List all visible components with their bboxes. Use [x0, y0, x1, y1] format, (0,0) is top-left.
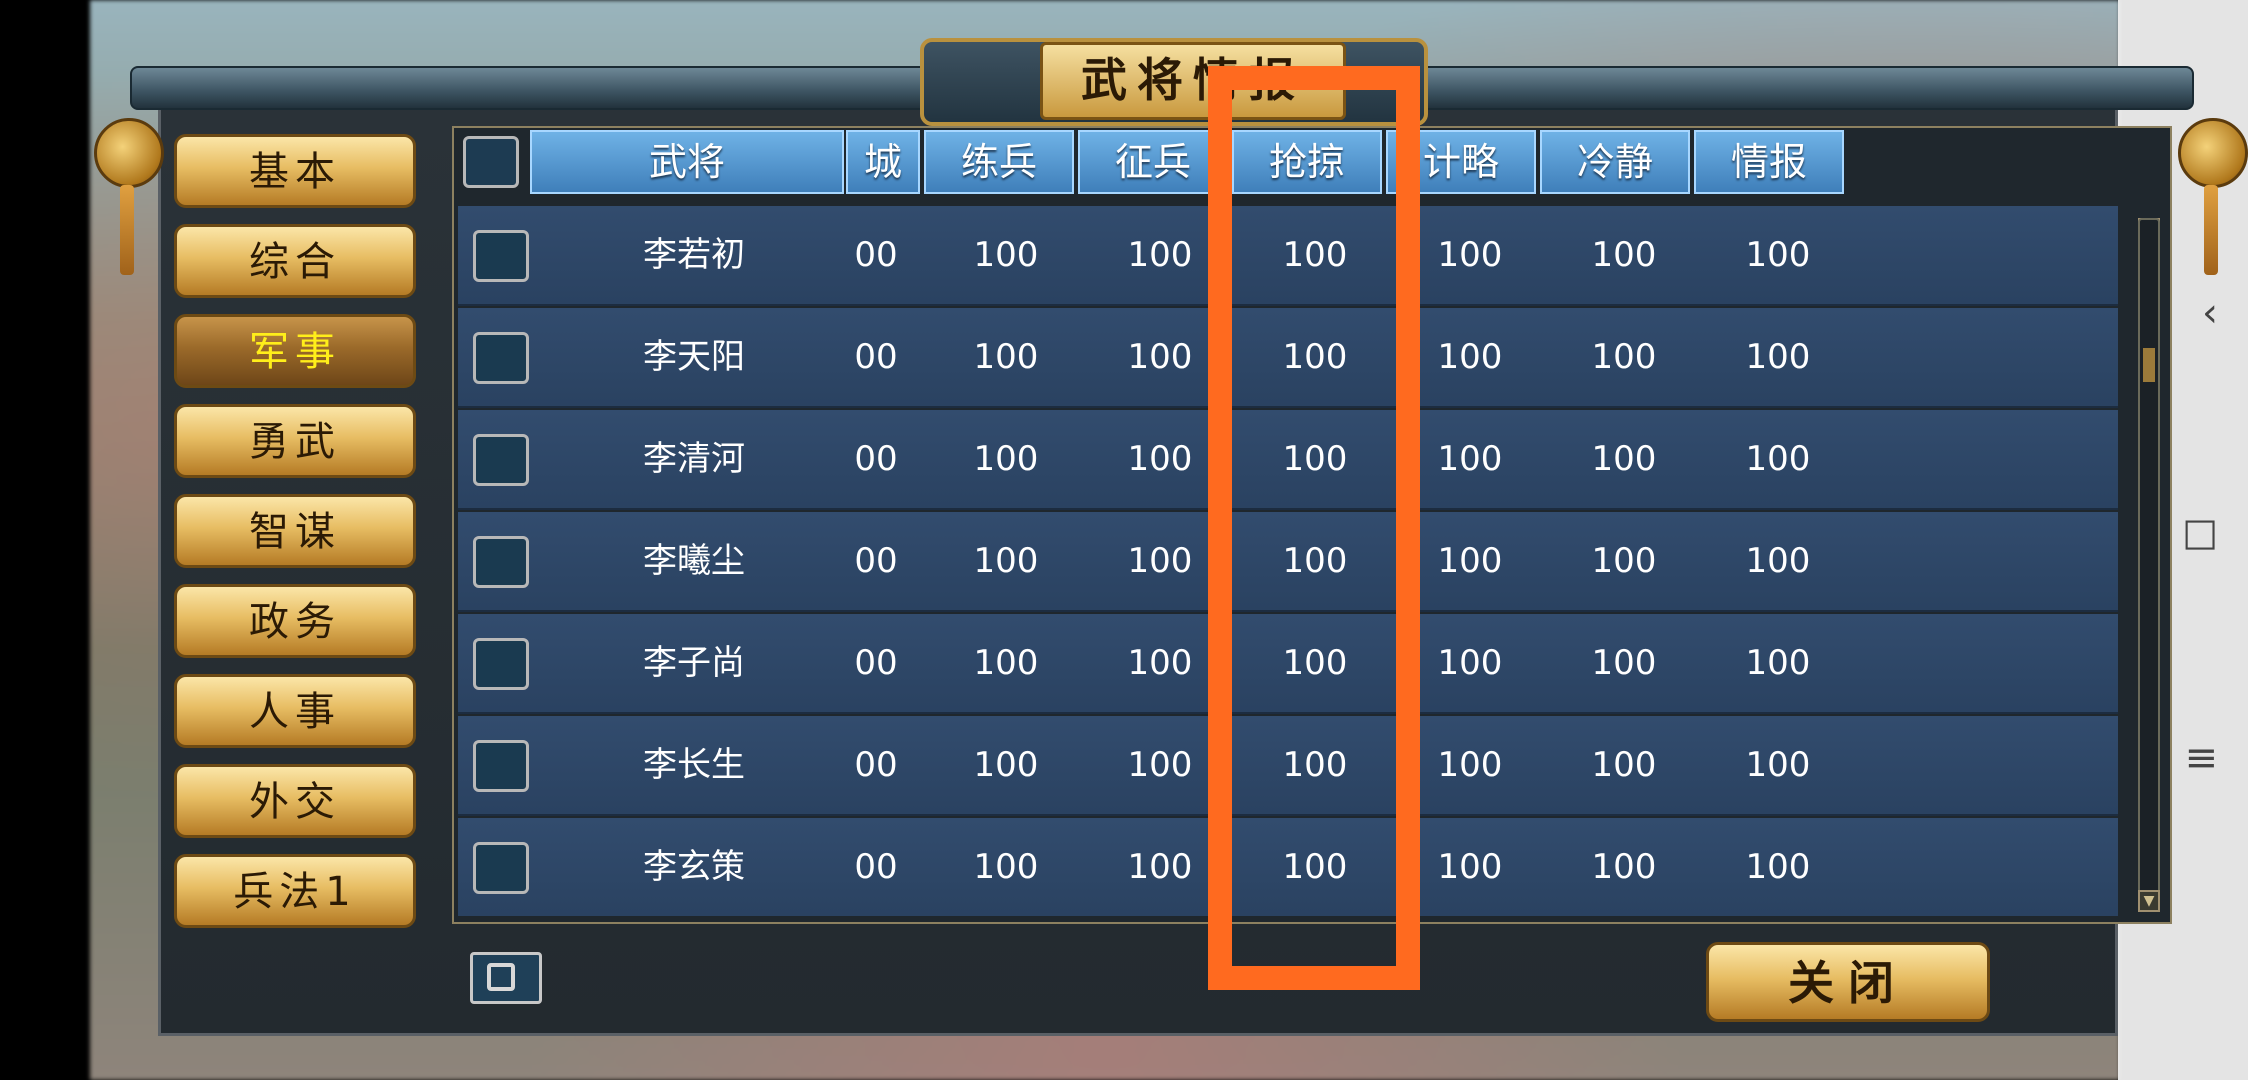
stat-cell: 100	[973, 847, 1039, 887]
column-header-1[interactable]: 城	[846, 130, 920, 194]
stat-cell: 100	[1591, 235, 1657, 275]
general-name: 李若初	[643, 235, 745, 275]
stat-cell: 00	[854, 541, 898, 581]
scroll-down-button[interactable]: ▼	[2138, 890, 2160, 912]
row-checkbox[interactable]	[473, 638, 529, 690]
close-button[interactable]: 关闭	[1706, 942, 1990, 1022]
right-knob-ornament	[2178, 118, 2248, 188]
general-name: 李玄策	[643, 847, 745, 887]
menu-icon[interactable]: ≡	[2184, 735, 2218, 781]
stat-cell: 100	[973, 745, 1039, 785]
general-name: 李清河	[643, 439, 745, 479]
stat-cell: 00	[854, 439, 898, 479]
row-checkbox[interactable]	[473, 536, 529, 588]
stat-cell: 100	[1591, 847, 1657, 887]
stat-cell: 100	[1591, 337, 1657, 377]
stat-cell: 100	[1745, 235, 1811, 275]
stat-cell: 100	[1591, 745, 1657, 785]
select-all-checkbox[interactable]	[463, 136, 519, 188]
highlight-box	[1208, 66, 1420, 990]
general-name: 李曦尘	[643, 541, 745, 581]
sidebar-item-1[interactable]: 综合	[174, 224, 416, 298]
home-icon[interactable]: □	[2182, 510, 2218, 554]
left-knob-ornament	[94, 118, 164, 188]
stat-cell: 100	[1591, 541, 1657, 581]
stat-cell: 100	[1745, 337, 1811, 377]
search-icon	[487, 963, 515, 991]
left-tassel	[120, 185, 134, 275]
stat-cell: 00	[854, 643, 898, 683]
sidebar-item-8[interactable]: 兵法1	[174, 854, 416, 928]
stat-cell: 100	[973, 541, 1039, 581]
scrollbar-thumb[interactable]	[2143, 348, 2155, 382]
row-checkbox[interactable]	[473, 842, 529, 894]
right-tassel	[2204, 185, 2218, 275]
stat-cell: 100	[973, 439, 1039, 479]
sidebar-item-5[interactable]: 政务	[174, 584, 416, 658]
stat-cell: 100	[1591, 643, 1657, 683]
sidebar-item-0[interactable]: 基本	[174, 134, 416, 208]
general-name: 李天阳	[643, 337, 745, 377]
stat-cell: 100	[973, 235, 1039, 275]
stat-cell: 100	[1745, 643, 1811, 683]
general-name: 李子尚	[643, 643, 745, 683]
stat-cell: 100	[1745, 745, 1811, 785]
sidebar-item-3[interactable]: 勇武	[174, 404, 416, 478]
stat-cell: 00	[854, 745, 898, 785]
search-button[interactable]	[470, 952, 542, 1004]
sidebar-item-4[interactable]: 智谋	[174, 494, 416, 568]
stat-cell: 100	[1745, 439, 1811, 479]
back-icon[interactable]: ‹	[2202, 290, 2218, 336]
stat-cell: 100	[1745, 847, 1811, 887]
column-header-0[interactable]: 武将	[530, 130, 844, 194]
stat-cell: 00	[854, 235, 898, 275]
sidebar-item-7[interactable]: 外交	[174, 764, 416, 838]
sidebar-item-2[interactable]: 军事	[174, 314, 416, 388]
row-checkbox[interactable]	[473, 434, 529, 486]
stat-cell: 00	[854, 337, 898, 377]
stat-cell: 100	[973, 643, 1039, 683]
stat-cell: 100	[1591, 439, 1657, 479]
row-checkbox[interactable]	[473, 230, 529, 282]
column-header-2[interactable]: 练兵	[924, 130, 1074, 194]
row-checkbox[interactable]	[473, 740, 529, 792]
column-header-3[interactable]: 征兵	[1078, 130, 1228, 194]
scrollbar[interactable]	[2138, 218, 2160, 912]
sidebar-item-6[interactable]: 人事	[174, 674, 416, 748]
row-checkbox[interactable]	[473, 332, 529, 384]
general-name: 李长生	[643, 745, 745, 785]
column-header-6[interactable]: 冷静	[1540, 130, 1690, 194]
column-header-7[interactable]: 情报	[1694, 130, 1844, 194]
stat-cell: 100	[973, 337, 1039, 377]
stat-cell: 100	[1745, 541, 1811, 581]
stat-cell: 00	[854, 847, 898, 887]
